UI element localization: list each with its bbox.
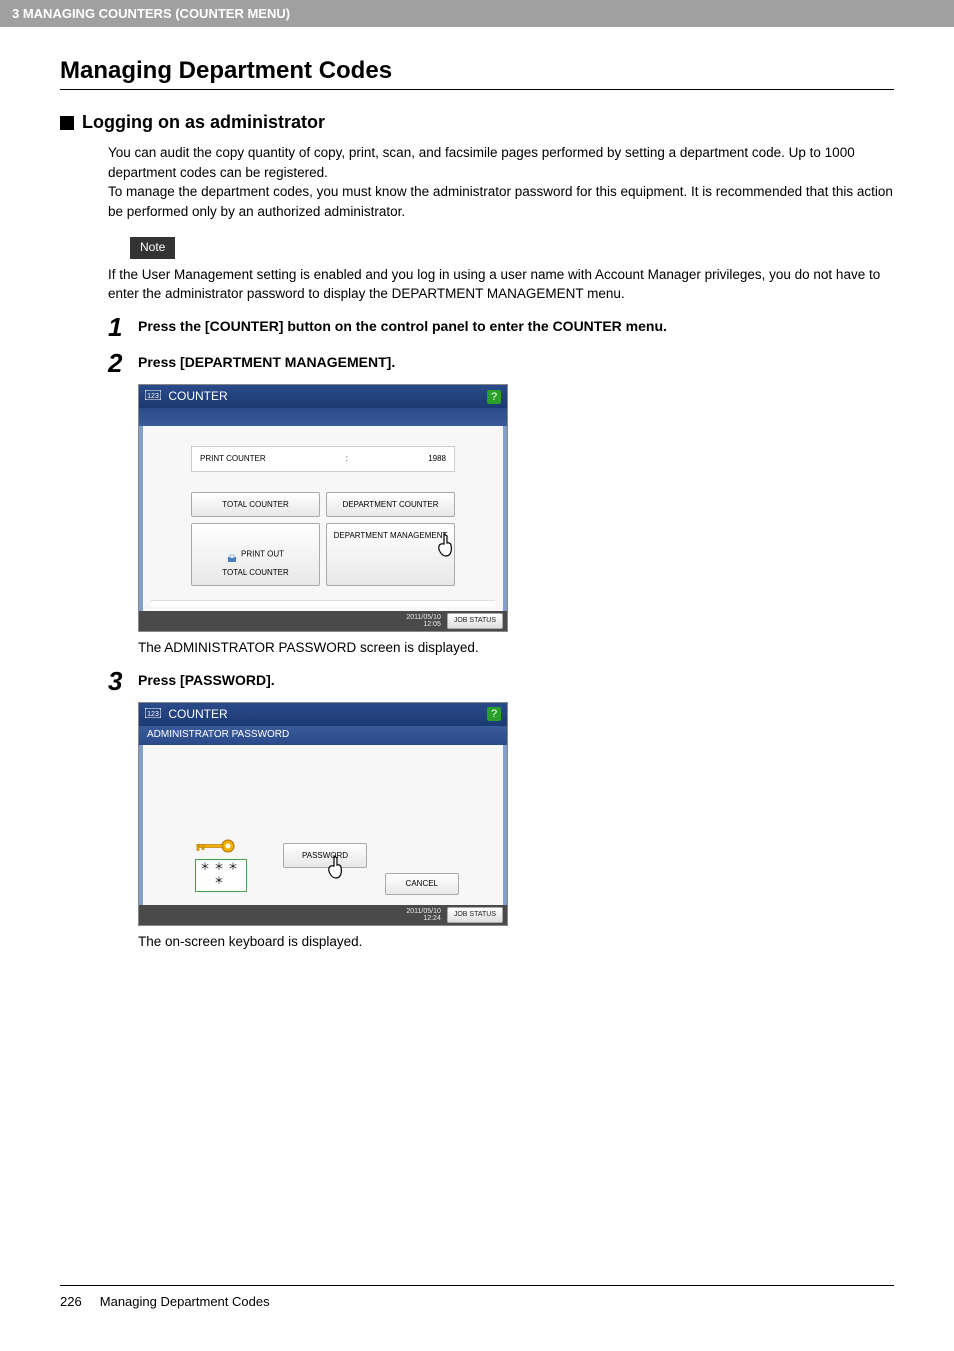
page-footer: 226 Managing Department Codes	[60, 1285, 894, 1309]
step-3-after-text: The on-screen keyboard is displayed.	[138, 932, 894, 952]
cancel-button[interactable]: CANCEL	[385, 873, 459, 895]
step-2: 2 Press [DEPARTMENT MANAGEMENT].	[108, 348, 894, 376]
screen-subtitle: ADMINISTRATOR PASSWORD	[139, 726, 507, 745]
section-heading-text: Logging on as administrator	[82, 112, 325, 133]
page-number: 226	[60, 1294, 82, 1309]
step-text: Press the [COUNTER] button on the contro…	[138, 312, 667, 340]
key-icon	[195, 837, 237, 855]
print-icon	[227, 542, 237, 567]
intro-paragraph-2: To manage the department codes, you must…	[108, 182, 894, 221]
screen-title: COUNTER	[168, 707, 227, 721]
step-2-after-text: The ADMINISTRATOR PASSWORD screen is dis…	[138, 638, 894, 658]
note-text: If the User Management setting is enable…	[108, 265, 894, 304]
department-counter-button[interactable]: DEPARTMENT COUNTER	[326, 492, 455, 518]
svg-text:123: 123	[147, 393, 159, 400]
step-number: 1	[108, 312, 138, 340]
status-datetime: 2011/05/10 12:24	[406, 908, 441, 922]
print-out-total-counter-button[interactable]: PRINT OUT TOTAL COUNTER	[191, 523, 320, 585]
step-3: 3 Press [PASSWORD].	[108, 666, 894, 694]
total-counter-button[interactable]: TOTAL COUNTER	[191, 492, 320, 518]
section-heading: Logging on as administrator	[60, 112, 894, 133]
password-button[interactable]: PASSWORD	[283, 843, 367, 869]
counter-icon: 123	[145, 388, 161, 405]
page-title: Managing Department Codes	[60, 57, 894, 90]
intro-paragraph-1: You can audit the copy quantity of copy,…	[108, 143, 894, 182]
svg-text:123: 123	[147, 711, 159, 718]
counter-icon: 123	[145, 706, 161, 723]
password-masked-field: ＊＊＊＊	[195, 859, 247, 892]
square-bullet-icon	[60, 116, 74, 130]
touch-cursor-icon	[432, 532, 456, 560]
status-datetime: 2011/05/10 12:05	[406, 614, 441, 628]
job-status-button[interactable]: JOB STATUS	[447, 907, 503, 923]
job-status-button[interactable]: JOB STATUS	[447, 613, 503, 629]
screenshot-counter-menu: 123 COUNTER ? PRINT COUNTER : 1988 TOTAL…	[138, 384, 508, 632]
help-icon[interactable]: ?	[487, 707, 501, 721]
screenshot-admin-password: 123 COUNTER ? ADMINISTRATOR PASSWORD ＊＊＊…	[138, 702, 508, 926]
help-icon[interactable]: ?	[487, 390, 501, 404]
print-counter-field: PRINT COUNTER : 1988	[191, 446, 455, 472]
running-header: 3 MANAGING COUNTERS (COUNTER MENU)	[0, 0, 954, 27]
step-text: Press [PASSWORD].	[138, 666, 275, 694]
screen-title: COUNTER	[168, 389, 227, 403]
step-number: 2	[108, 348, 138, 376]
department-management-button[interactable]: DEPARTMENT MANAGEMENT	[326, 523, 455, 585]
footer-text: Managing Department Codes	[100, 1294, 270, 1309]
touch-cursor-icon	[322, 854, 346, 882]
step-text: Press [DEPARTMENT MANAGEMENT].	[138, 348, 395, 376]
step-number: 3	[108, 666, 138, 694]
note-label: Note	[130, 237, 175, 258]
step-1: 1 Press the [COUNTER] button on the cont…	[108, 312, 894, 340]
